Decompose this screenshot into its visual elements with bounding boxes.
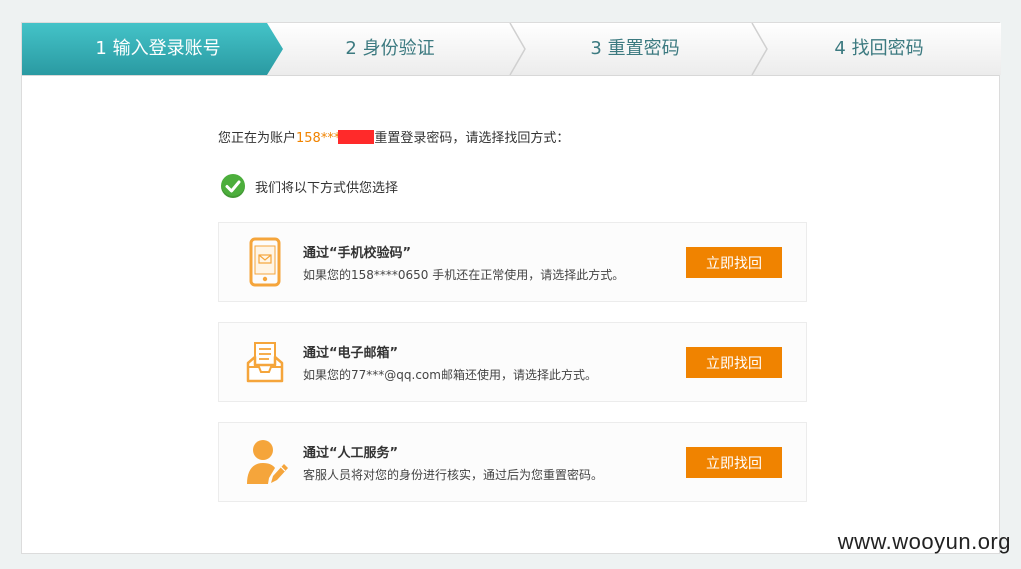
option-manual-title: 通过“人工服务” <box>303 446 399 461</box>
option-email-title: 通过“电子邮箱” <box>303 346 399 361</box>
step-3-label: 3 重置密码 <box>590 38 680 59</box>
phone-icon <box>245 237 285 287</box>
option-email: 通过“电子邮箱” 如果您的77***@qq.com邮箱还使用，请选择此方式。 立… <box>218 322 807 402</box>
option-email-desc: 如果您的77***@qq.com邮箱还使用，请选择此方式。 <box>303 368 597 382</box>
option-phone: 通过“手机校验码” 如果您的158****0650 手机还在正常使用，请选择此方… <box>218 222 807 302</box>
recover-by-manual-button[interactable]: 立即找回 <box>686 447 782 478</box>
recover-by-email-button[interactable]: 立即找回 <box>686 347 782 378</box>
option-manual-desc: 客服人员将对您的身份进行核实，通过后为您重置密码。 <box>303 468 604 482</box>
option-phone-desc: 如果您的158****0650 手机还在正常使用，请选择此方式。 <box>303 268 625 282</box>
check-circle-icon <box>221 174 245 198</box>
redaction-bar <box>338 130 375 144</box>
recovery-panel: 1 输入登录账号 2 身份验证 3 重置密码 4 找回密码 您正在为账户158*… <box>21 22 1001 554</box>
mail-inbox-icon <box>245 337 285 387</box>
step-1-label: 1 输入登录账号 <box>95 38 221 59</box>
option-phone-title: 通过“手机校验码” <box>303 246 412 261</box>
intro-text: 您正在为账户158*** 重置登录密码，请选择找回方式： <box>218 127 569 146</box>
watermark: www.wooyun.org <box>837 529 1011 554</box>
step-2-label: 2 身份验证 <box>345 38 435 59</box>
intro-prefix: 您正在为账户 <box>218 131 297 146</box>
notice-text: 我们将以下方式供您选择 <box>255 180 399 196</box>
customer-service-icon <box>245 437 288 487</box>
notice-row: 我们将以下方式供您选择 <box>221 174 398 198</box>
progress-steps: 1 输入登录账号 2 身份验证 3 重置密码 4 找回密码 <box>22 23 1001 76</box>
intro-suffix: 重置登录密码，请选择找回方式： <box>374 131 570 146</box>
step-4-label: 4 找回密码 <box>834 38 924 59</box>
account-number: 158*** <box>296 131 341 146</box>
option-manual-service: 通过“人工服务” 客服人员将对您的身份进行核实，通过后为您重置密码。 立即找回 <box>218 422 807 502</box>
recover-by-phone-button[interactable]: 立即找回 <box>686 247 782 278</box>
